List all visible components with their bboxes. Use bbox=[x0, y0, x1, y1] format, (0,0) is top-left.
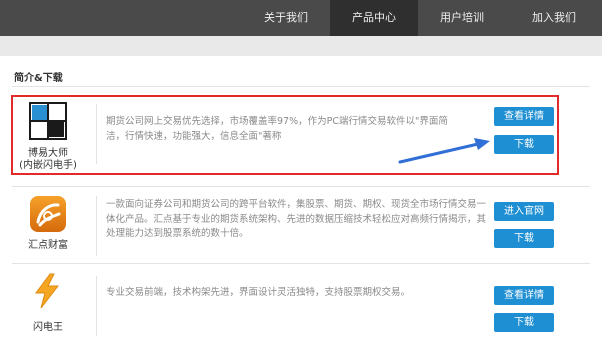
product-separator bbox=[96, 196, 97, 256]
nav-join[interactable]: 加入我们 bbox=[506, 0, 602, 36]
product-separator bbox=[96, 276, 97, 336]
top-nav: 关于我们 产品中心 用户培训 加入我们 bbox=[0, 0, 602, 36]
section-divider bbox=[12, 86, 590, 87]
huidian-logo-icon bbox=[28, 194, 68, 238]
annotation-arrow-icon bbox=[396, 138, 492, 170]
download-button-lightning[interactable]: 下载 bbox=[494, 313, 554, 332]
official-site-button-huidian[interactable]: 进入官网 bbox=[494, 202, 554, 221]
product-name-huidian: 汇点财富 bbox=[28, 240, 68, 251]
nav-products[interactable]: 产品中心 bbox=[330, 0, 418, 36]
download-button-huidian[interactable]: 下载 bbox=[494, 229, 554, 248]
nav-about[interactable]: 关于我们 bbox=[242, 0, 330, 36]
lightning-logo-icon bbox=[31, 273, 63, 313]
product-name-lightning: 闪电王 bbox=[33, 322, 63, 333]
product-description-huidian: 一款面向证券公司和期货公司的跨平台软件，集股票、期货、期权、现货全市场行情交易一… bbox=[106, 199, 487, 239]
row-divider bbox=[12, 263, 590, 264]
header-band bbox=[0, 36, 602, 56]
row-divider bbox=[12, 186, 590, 187]
nav-training[interactable]: 用户培训 bbox=[418, 0, 506, 36]
product-description-lightning: 专业交易前端，技术构架先进，界面设计灵活独特，支持股票期权交易。 bbox=[106, 287, 411, 298]
view-details-button-lightning[interactable]: 查看详情 bbox=[494, 286, 554, 305]
section-title: 简介&下载 bbox=[14, 73, 63, 84]
